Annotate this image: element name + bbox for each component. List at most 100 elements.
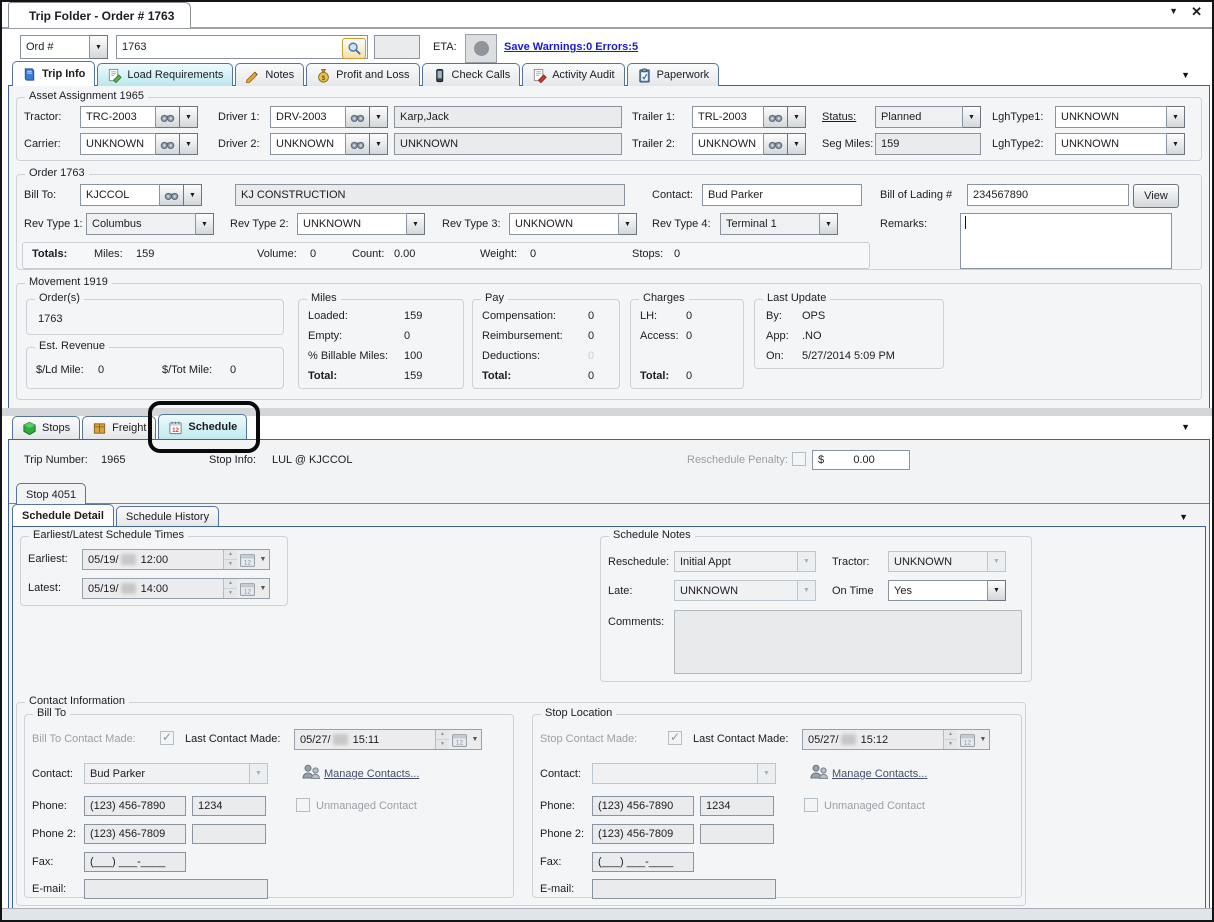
status-value[interactable]: Planned <box>875 106 963 128</box>
trailer2-value[interactable]: UNKNOWN <box>692 133 764 155</box>
tab-activity-audit[interactable]: Activity Audit <box>522 63 624 86</box>
tab-profit-and-loss[interactable]: Profit and Loss <box>306 63 419 86</box>
stop-phone2-field[interactable]: (123) 456-7809 <box>592 824 694 844</box>
stop-contact-value[interactable] <box>592 763 758 784</box>
stop-unmanaged-checkbox[interactable] <box>804 798 818 812</box>
carrier-binoculars-lookup[interactable] <box>156 133 180 155</box>
aux-readonly-field[interactable] <box>374 35 420 59</box>
stop-phone-ext-field[interactable]: 1234 <box>700 796 774 816</box>
date-dropdown-arrow[interactable]: ▼ <box>977 736 989 743</box>
driver2-binoculars-lookup[interactable] <box>346 133 370 155</box>
bill-to-email-field[interactable] <box>84 879 268 899</box>
bill-to-fax-field[interactable]: (___) ___-____ <box>84 852 186 872</box>
bill-to-contact-dropdown-button[interactable]: ▼ <box>250 763 268 784</box>
stop-fax-field[interactable]: (___) ___-____ <box>592 852 694 872</box>
bill-to-value[interactable]: KJCCOL <box>80 184 160 206</box>
reschedule-dropdown-button[interactable]: ▼ <box>798 551 816 572</box>
stop-phone-field[interactable]: (123) 456-7890 <box>592 796 694 816</box>
driver2-dropdown-button[interactable]: ▼ <box>370 133 388 155</box>
tab-schedule-history[interactable]: Schedule History <box>116 506 219 526</box>
bill-to-dropdown-button[interactable]: ▼ <box>184 184 202 206</box>
trailer1-dropdown-button[interactable]: ▼ <box>788 106 806 128</box>
window-menu-arrow[interactable]: ▼ <box>1169 6 1178 16</box>
lghtype1-dropdown-button[interactable]: ▼ <box>1167 106 1185 128</box>
driver2-value[interactable]: UNKNOWN <box>270 133 346 155</box>
lghtype2-dropdown-button[interactable]: ▼ <box>1167 133 1185 155</box>
remarks-textarea[interactable] <box>960 213 1172 269</box>
rev-type1-dropdown-button[interactable]: ▼ <box>196 213 214 235</box>
bill-to-last-contact-datetime[interactable]: 05/27/ 15:11 ▲▼ ▼ <box>294 729 482 750</box>
view-button[interactable]: View <box>1133 184 1179 208</box>
earliest-datetime-field[interactable]: 05/19/ 12:00 ▲▼ ▼ <box>82 549 270 570</box>
carrier-dropdown-button[interactable]: ▼ <box>180 133 198 155</box>
driver1-name-field[interactable]: Karp,Jack <box>394 106 622 128</box>
rev-type4-dropdown-button[interactable]: ▼ <box>820 213 838 235</box>
lghtype2-value[interactable]: UNKNOWN <box>1055 133 1167 155</box>
rev-type3-value[interactable]: UNKNOWN <box>509 213 619 235</box>
on-time-value[interactable]: Yes <box>888 580 988 601</box>
reschedule-penalty-checkbox[interactable] <box>792 452 806 466</box>
bill-to-name-field[interactable]: KJ CONSTRUCTION <box>235 184 625 206</box>
tab-trip-info[interactable]: Trip Info <box>12 61 95 86</box>
rev-type2-dropdown-button[interactable]: ▼ <box>407 213 425 235</box>
bill-to-unmanaged-checkbox[interactable] <box>296 798 310 812</box>
tractor-dropdown-button[interactable]: ▼ <box>180 106 198 128</box>
tractor-value[interactable]: TRC-2003 <box>80 106 156 128</box>
seg-miles-field[interactable]: 159 <box>875 133 981 155</box>
bill-to-phone-ext-field[interactable]: 1234 <box>192 796 266 816</box>
latest-datetime-field[interactable]: 05/19/ 14:00 ▲▼ ▼ <box>82 578 270 599</box>
stop-manage-contacts-link[interactable]: Manage Contacts... <box>832 768 927 780</box>
on-time-dropdown-button[interactable]: ▼ <box>988 580 1006 601</box>
bill-to-phone2-ext-field[interactable] <box>192 824 266 844</box>
bill-to-contact-value[interactable]: Bud Parker <box>84 763 250 784</box>
bill-to-phone-field[interactable]: (123) 456-7890 <box>84 796 186 816</box>
tab-schedule[interactable]: Schedule <box>158 414 247 439</box>
rev-type1-value[interactable]: Columbus <box>86 213 196 235</box>
order-type-dropdown-button[interactable]: ▼ <box>90 35 108 59</box>
lower-tab-overflow-arrow[interactable]: ▼ <box>1181 422 1190 432</box>
trailer2-binoculars-lookup[interactable] <box>764 133 788 155</box>
tab-stop-4051[interactable]: Stop 4051 <box>16 483 86 505</box>
tab-freight[interactable]: Freight <box>82 416 156 439</box>
stop-last-contact-datetime[interactable]: 05/27/ 15:12 ▲▼ ▼ <box>802 729 990 750</box>
driver1-binoculars-lookup[interactable] <box>346 106 370 128</box>
notes-tractor-dropdown-button[interactable]: ▼ <box>988 551 1006 572</box>
main-tab-overflow-arrow[interactable]: ▼ <box>1181 70 1190 80</box>
bol-field[interactable]: 234567890 <box>967 184 1129 206</box>
trailer1-value[interactable]: TRL-2003 <box>692 106 764 128</box>
carrier-value[interactable]: UNKNOWN <box>80 133 156 155</box>
stop-phone2-ext-field[interactable] <box>700 824 774 844</box>
time-spinner[interactable]: ▲▼ <box>223 550 237 569</box>
rev-type4-value[interactable]: Terminal 1 <box>720 213 820 235</box>
trailer2-dropdown-button[interactable]: ▼ <box>788 133 806 155</box>
order-contact-field[interactable]: Bud Parker <box>702 184 862 206</box>
late-value[interactable]: UNKNOWN <box>674 580 798 601</box>
driver2-name-field[interactable]: UNKNOWN <box>394 133 622 155</box>
reschedule-penalty-field[interactable]: $0.00 <box>812 450 910 470</box>
order-type-value[interactable]: Ord # <box>20 35 90 59</box>
late-dropdown-button[interactable]: ▼ <box>798 580 816 601</box>
time-spinner[interactable]: ▲▼ <box>943 730 957 749</box>
rev-type2-value[interactable]: UNKNOWN <box>297 213 407 235</box>
status-dropdown-button[interactable]: ▼ <box>963 106 981 128</box>
bill-to-manage-contacts-link[interactable]: Manage Contacts... <box>324 768 419 780</box>
tab-load-requirements[interactable]: Load Requirements <box>97 63 233 86</box>
notes-tractor-value[interactable]: UNKNOWN <box>888 551 988 572</box>
order-search-field[interactable]: 1763 <box>116 35 368 59</box>
tractor-binoculars-lookup[interactable] <box>156 106 180 128</box>
lghtype1-value[interactable]: UNKNOWN <box>1055 106 1167 128</box>
tab-stops[interactable]: Stops <box>12 416 80 439</box>
bill-to-contact-made-checkbox[interactable] <box>160 731 174 745</box>
tab-notes[interactable]: Notes <box>235 63 304 86</box>
date-dropdown-arrow[interactable]: ▼ <box>257 556 269 563</box>
calendar-picker-button[interactable] <box>238 551 256 568</box>
bill-to-phone2-field[interactable]: (123) 456-7809 <box>84 824 186 844</box>
tab-schedule-detail[interactable]: Schedule Detail <box>12 504 114 526</box>
stop-email-field[interactable] <box>592 879 776 899</box>
stop-contact-made-checkbox[interactable] <box>668 731 682 745</box>
date-dropdown-arrow[interactable]: ▼ <box>257 585 269 592</box>
driver1-dropdown-button[interactable]: ▼ <box>370 106 388 128</box>
close-icon[interactable]: ✕ <box>1191 4 1202 20</box>
trailer1-binoculars-lookup[interactable] <box>764 106 788 128</box>
comments-textarea[interactable] <box>674 610 1022 674</box>
